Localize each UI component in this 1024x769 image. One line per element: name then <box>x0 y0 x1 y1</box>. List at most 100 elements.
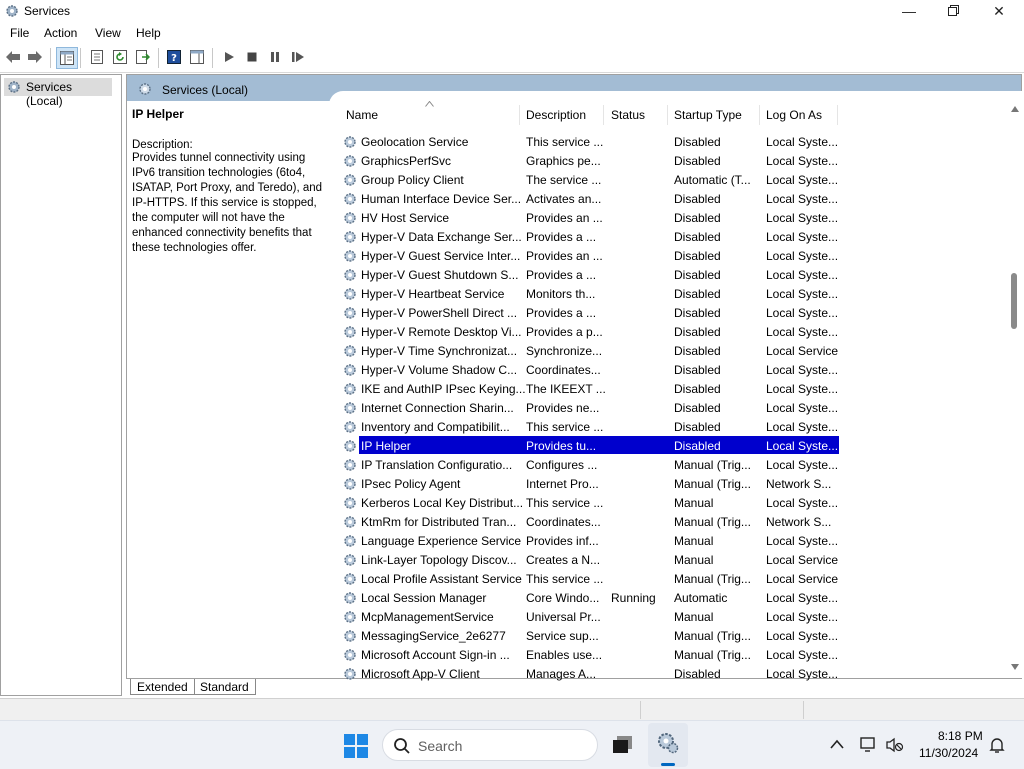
table-row[interactable]: Hyper-V Guest Service Inter... Provides a… <box>341 246 841 265</box>
service-gear-icon <box>344 231 356 243</box>
restart-service-button[interactable] <box>288 47 308 67</box>
menu-help[interactable]: Help <box>136 26 161 40</box>
table-row[interactable]: MessagingService_2e6277 Service sup... Man… <box>341 626 841 645</box>
windows-start-icon[interactable] <box>344 734 368 758</box>
properties-button[interactable] <box>87 47 107 67</box>
window-title: Services <box>24 4 71 18</box>
table-row[interactable]: Internet Connection Sharin... Provides ne… <box>341 398 841 417</box>
table-row-selected[interactable]: IP Helper Provides tu... Disabled Local Sys… <box>341 436 841 455</box>
service-name: Hyper-V Volume Shadow C... <box>361 363 518 377</box>
column-header-startup-type[interactable]: Startup Type <box>674 108 742 122</box>
volume-muted-icon[interactable] <box>886 737 904 753</box>
refresh-button[interactable] <box>110 47 130 67</box>
pause-service-button[interactable] <box>265 47 285 67</box>
table-row[interactable]: Hyper-V PowerShell Direct ... Provides a … <box>341 303 841 322</box>
taskbar-app-services[interactable] <box>648 723 688 767</box>
taskbar-search-box[interactable]: Search <box>382 729 598 761</box>
service-name: Hyper-V PowerShell Direct ... <box>361 306 518 320</box>
table-row[interactable]: Hyper-V Data Exchange Ser... Provides a .… <box>341 227 841 246</box>
service-startup-type: Manual <box>674 534 714 548</box>
service-description: Provides an ... <box>526 211 603 225</box>
table-row[interactable]: Link-Layer Topology Discov... Creates a N… <box>341 550 841 569</box>
status-divider <box>640 701 641 719</box>
network-icon[interactable] <box>860 737 878 753</box>
start-service-button[interactable] <box>219 47 239 67</box>
column-header-log-on-as[interactable]: Log On As <box>766 108 822 122</box>
close-button[interactable]: ✕ <box>976 0 1022 22</box>
table-row[interactable]: KtmRm for Distributed Tran... Coordinates… <box>341 512 841 531</box>
export-list-button[interactable] <box>133 47 153 67</box>
back-button[interactable] <box>3 47 23 67</box>
table-row[interactable]: Local Profile Assistant Service This serv… <box>341 569 841 588</box>
tab-standard[interactable]: Standard <box>194 679 256 695</box>
task-view-icon[interactable] <box>612 735 634 755</box>
table-row[interactable]: Hyper-V Time Synchronizat... Synchronize.… <box>341 341 841 360</box>
table-row[interactable]: Geolocation Service This service ... Disab… <box>341 132 841 151</box>
service-name: Microsoft Account Sign-in ... <box>361 648 510 662</box>
table-row[interactable]: Hyper-V Remote Desktop Vi... Provides a p… <box>341 322 841 341</box>
services-gear-icon <box>8 81 20 93</box>
forward-arrow-icon <box>28 51 42 63</box>
column-divider[interactable] <box>759 105 760 125</box>
service-log-on-as: Local Syste... <box>766 458 839 472</box>
chevron-up-icon[interactable] <box>830 739 844 749</box>
tree-item-services-local[interactable]: Services (Local) <box>4 78 112 108</box>
service-name: Hyper-V Remote Desktop Vi... <box>361 325 522 339</box>
service-name: Inventory and Compatibilit... <box>361 420 510 434</box>
services-gear-icon <box>6 5 18 17</box>
active-app-indicator <box>661 763 675 766</box>
scroll-down-arrow-icon[interactable] <box>1010 663 1020 671</box>
service-log-on-as: Local Syste... <box>766 249 839 263</box>
table-row[interactable]: IKE and AuthIP IPsec Keying... The IKEEXT… <box>341 379 841 398</box>
table-row[interactable]: Human Interface Device Ser... Activates a… <box>341 189 841 208</box>
table-row[interactable]: HV Host Service Provides an ... Disabled Lo… <box>341 208 841 227</box>
column-header-name[interactable]: Name <box>346 108 378 122</box>
vertical-scrollbar[interactable] <box>1008 100 1022 678</box>
column-header-status[interactable]: Status <box>611 108 645 122</box>
help-button[interactable]: ? <box>164 47 184 67</box>
show-action-pane-button[interactable] <box>187 47 207 67</box>
menu-file[interactable]: File <box>10 26 29 40</box>
tab-extended[interactable]: Extended <box>130 679 195 695</box>
table-row[interactable]: Microsoft Account Sign-in ... Enables use… <box>341 645 841 664</box>
service-gear-icon <box>344 535 356 547</box>
scrollbar-thumb[interactable] <box>1011 273 1017 329</box>
minimize-button[interactable]: — <box>886 0 932 22</box>
stop-service-button[interactable] <box>242 47 262 67</box>
service-startup-type: Disabled <box>674 268 721 282</box>
forward-button[interactable] <box>25 47 45 67</box>
table-row[interactable]: Local Session Manager Core Windo... Runnin… <box>341 588 841 607</box>
column-divider[interactable] <box>837 105 838 125</box>
service-name: IP Helper <box>361 439 411 453</box>
clock-time[interactable]: 8:18 PM <box>938 729 983 743</box>
table-row[interactable]: Hyper-V Heartbeat Service Monitors th... D… <box>341 284 841 303</box>
services-gear-icon <box>139 83 151 95</box>
table-row[interactable]: Hyper-V Guest Shutdown S... Provides a ..… <box>341 265 841 284</box>
toolbar: ? <box>0 44 1024 73</box>
column-divider[interactable] <box>667 105 668 125</box>
table-row[interactable]: Group Policy Client The service ... Automa… <box>341 170 841 189</box>
menu-action[interactable]: Action <box>44 26 77 40</box>
service-startup-type: Manual <box>674 553 714 567</box>
column-divider[interactable] <box>603 105 604 125</box>
restore-button[interactable] <box>930 0 976 22</box>
table-row[interactable]: IPsec Policy Agent Internet Pro... Manual … <box>341 474 841 493</box>
table-row[interactable]: Kerberos Local Key Distribut... This serv… <box>341 493 841 512</box>
notification-bell-icon[interactable] <box>988 736 1006 754</box>
table-row[interactable]: Hyper-V Volume Shadow C... Coordinates...… <box>341 360 841 379</box>
table-row[interactable]: IP Translation Configuratio... Configures… <box>341 455 841 474</box>
column-header-description[interactable]: Description <box>526 108 586 122</box>
table-row[interactable]: McpManagementService Universal Pr... Manua… <box>341 607 841 626</box>
table-row[interactable]: Language Experience Service Provides inf.… <box>341 531 841 550</box>
service-log-on-as: Local Syste... <box>766 648 839 662</box>
clock-date[interactable]: 11/30/2024 <box>919 746 978 760</box>
table-row[interactable]: Inventory and Compatibilit... This servic… <box>341 417 841 436</box>
help-icon: ? <box>167 50 181 64</box>
service-startup-type: Disabled <box>674 363 721 377</box>
column-divider[interactable] <box>519 105 520 125</box>
show-hide-console-tree-button[interactable] <box>56 47 78 69</box>
table-row[interactable]: GraphicsPerfSvc Graphics pe... Disabled Loc… <box>341 151 841 170</box>
scroll-up-arrow-icon[interactable] <box>1010 105 1020 113</box>
service-log-on-as: Local Syste... <box>766 306 839 320</box>
menu-view[interactable]: View <box>95 26 121 40</box>
